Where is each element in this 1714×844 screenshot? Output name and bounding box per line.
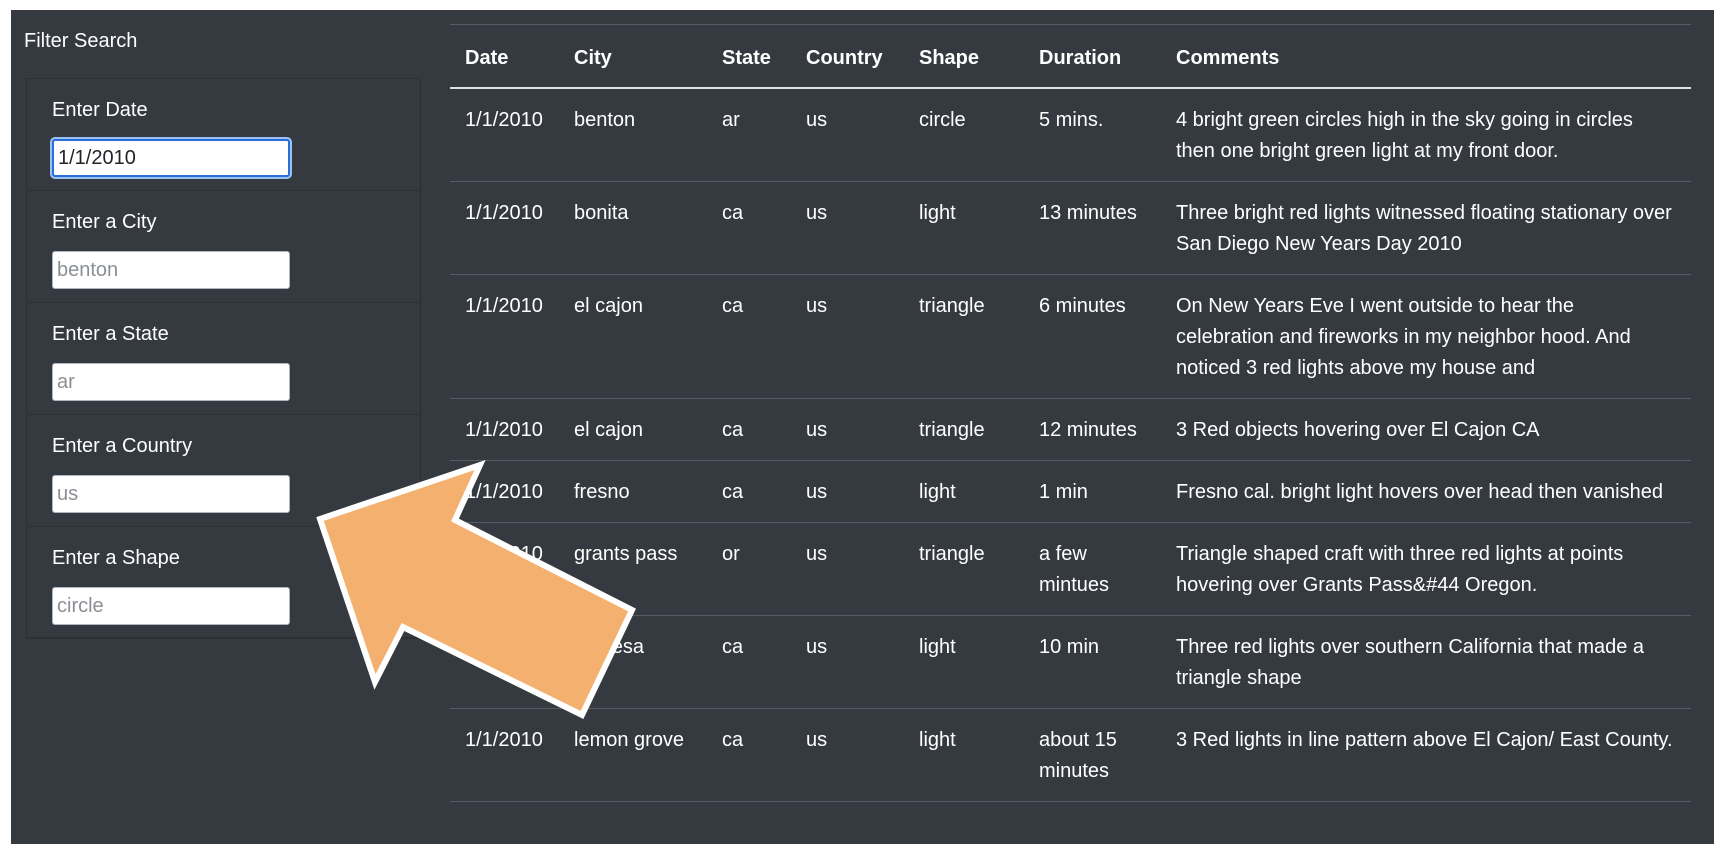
cell-comments: 4 bright green circles high in the sky g… — [1161, 88, 1691, 182]
cell-state: ca — [707, 274, 791, 399]
cell-duration: 6 minutes — [1024, 274, 1161, 399]
filter-item-state: Enter a State — [27, 303, 420, 415]
column-header-comments: Comments — [1161, 24, 1691, 89]
table-row: 1/1/2010 lemon grove ca us light about 1… — [450, 708, 1691, 802]
cell-comments: On New Years Eve I went outside to hear … — [1161, 274, 1691, 399]
shape-filter-label: Enter a Shape — [52, 547, 180, 569]
country-filter-label: Enter a Country — [52, 435, 193, 457]
country-input[interactable] — [52, 475, 290, 513]
date-filter-label: Enter Date — [52, 99, 148, 121]
cell-state: ca — [707, 708, 791, 802]
filter-item-shape: Enter a Shape — [27, 527, 420, 639]
cell-country: us — [791, 522, 904, 616]
state-filter-label: Enter a State — [52, 323, 169, 345]
cell-country: us — [791, 615, 904, 709]
table-row: 1/1/2010 fresno ca us light 1 min Fresno… — [450, 460, 1691, 523]
table-row: 1/1/2010 grants pass or us triangle a fe… — [450, 522, 1691, 616]
column-header-shape: Shape — [904, 24, 1024, 89]
cell-country: us — [791, 181, 904, 275]
cell-city: grants pass — [559, 522, 707, 616]
cell-duration: 1 min — [1024, 460, 1161, 523]
filter-search-title: Filter Search — [24, 30, 138, 52]
filter-list: Enter Date Enter a City Enter a State En… — [26, 78, 421, 639]
cell-duration: 12 minutes — [1024, 398, 1161, 461]
cell-shape: light — [904, 181, 1024, 275]
cell-city: el cajon — [559, 274, 707, 399]
cell-date: 1/1/2010 — [450, 181, 559, 275]
cell-date: 1/1/2010 — [450, 522, 559, 616]
table-header-row: Date City State Country Shape Duration C… — [450, 24, 1691, 89]
cell-comments: 3 Red objects hovering over El Cajon CA — [1161, 398, 1691, 461]
filter-item-country: Enter a Country — [27, 415, 420, 527]
cell-shape: triangle — [904, 522, 1024, 616]
cell-state: or — [707, 522, 791, 616]
cell-country: us — [791, 398, 904, 461]
cell-duration: 13 minutes — [1024, 181, 1161, 275]
state-input[interactable] — [52, 363, 290, 401]
city-filter-label: Enter a City — [52, 211, 157, 233]
cell-country: us — [791, 708, 904, 802]
table-row: 1/1/2010 la mesa ca us light 10 min Thre… — [450, 615, 1691, 709]
cell-date: 1/1/2010 — [450, 398, 559, 461]
cell-state: ca — [707, 181, 791, 275]
cell-comments: Triangle shaped craft with three red lig… — [1161, 522, 1691, 616]
cell-city: benton — [559, 88, 707, 182]
cell-date: 1/1/2010 — [450, 615, 559, 709]
table-row: 1/1/2010 el cajon ca us triangle 6 minut… — [450, 274, 1691, 399]
filter-item-city: Enter a City — [27, 191, 420, 303]
filter-item-date: Enter Date — [27, 79, 420, 191]
cell-shape: light — [904, 460, 1024, 523]
column-header-country: Country — [791, 24, 904, 89]
cell-state: ca — [707, 398, 791, 461]
cell-state: ca — [707, 615, 791, 709]
cell-shape: light — [904, 615, 1024, 709]
cell-country: us — [791, 460, 904, 523]
column-header-city: City — [559, 24, 707, 89]
column-header-state: State — [707, 24, 791, 89]
cell-country: us — [791, 274, 904, 399]
cell-shape: triangle — [904, 274, 1024, 399]
cell-shape: light — [904, 708, 1024, 802]
column-header-date: Date — [450, 24, 559, 89]
app-window: Filter Search Enter Date Enter a City En… — [11, 10, 1714, 844]
cell-duration: a few mintues — [1024, 522, 1161, 616]
cell-date: 1/1/2010 — [450, 708, 559, 802]
cell-duration: about 15 minutes — [1024, 708, 1161, 802]
cell-comments: Three bright red lights witnessed floati… — [1161, 181, 1691, 275]
cell-country: us — [791, 88, 904, 182]
cell-comments: 3 Red lights in line pattern above El Ca… — [1161, 708, 1691, 802]
cell-city: fresno — [559, 460, 707, 523]
ufo-sightings-table: Date City State Country Shape Duration C… — [450, 24, 1691, 802]
table-row: 1/1/2010 bonita ca us light 13 minutes T… — [450, 181, 1691, 275]
cell-date: 1/1/2010 — [450, 274, 559, 399]
date-input[interactable] — [52, 139, 290, 177]
cell-shape: circle — [904, 88, 1024, 182]
table-row: 1/1/2010 el cajon ca us triangle 12 minu… — [450, 398, 1691, 461]
cell-state: ar — [707, 88, 791, 182]
cell-city: la mesa — [559, 615, 707, 709]
cell-date: 1/1/2010 — [450, 88, 559, 182]
cell-state: ca — [707, 460, 791, 523]
ufo-sightings-table-container[interactable]: Date City State Country Shape Duration C… — [450, 24, 1704, 844]
cell-comments: Fresno cal. bright light hovers over hea… — [1161, 460, 1691, 523]
table-row: 1/1/2010 benton ar us circle 5 mins. 4 b… — [450, 88, 1691, 182]
cell-date: 1/1/2010 — [450, 460, 559, 523]
cell-city: bonita — [559, 181, 707, 275]
shape-input[interactable] — [52, 587, 290, 625]
cell-shape: triangle — [904, 398, 1024, 461]
cell-city: el cajon — [559, 398, 707, 461]
cell-comments: Three red lights over southern Californi… — [1161, 615, 1691, 709]
cell-city: lemon grove — [559, 708, 707, 802]
cell-duration: 10 min — [1024, 615, 1161, 709]
column-header-duration: Duration — [1024, 24, 1161, 89]
cell-duration: 5 mins. — [1024, 88, 1161, 182]
city-input[interactable] — [52, 251, 290, 289]
